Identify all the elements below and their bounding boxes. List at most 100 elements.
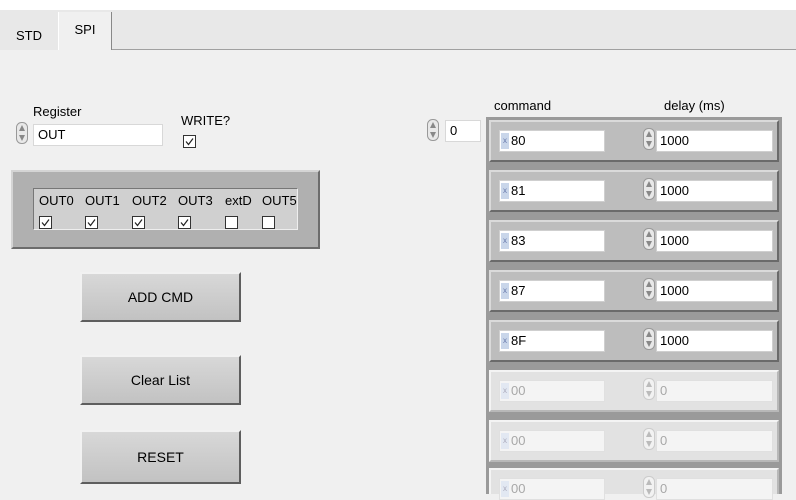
stepper-arrows-icon xyxy=(643,228,655,250)
out2-label: OUT2 xyxy=(132,193,167,208)
out3-label: OUT3 xyxy=(178,193,213,208)
delay-field[interactable]: 1000 xyxy=(656,330,773,352)
command-value: 81 xyxy=(511,183,526,198)
out5-checkbox[interactable] xyxy=(262,216,275,229)
command-row: x 81 1000 xyxy=(489,170,779,212)
out0-label: OUT0 xyxy=(39,193,74,208)
delay-value: 1000 xyxy=(660,183,689,198)
array-index-field[interactable]: 0 xyxy=(445,120,481,142)
command-value: 80 xyxy=(511,133,526,148)
tab-spi-label: SPI xyxy=(74,22,96,37)
delay-value: 1000 xyxy=(660,233,689,248)
delay-field[interactable]: 0 xyxy=(656,380,773,402)
radix-indicator[interactable]: x xyxy=(501,481,509,497)
out5-label: OUT5 xyxy=(262,193,297,208)
delay-value: 1000 xyxy=(660,333,689,348)
tab-std[interactable]: STD xyxy=(8,24,50,46)
delay-stepper[interactable] xyxy=(643,178,655,200)
delay-field[interactable]: 0 xyxy=(656,478,773,500)
extd-label: extD xyxy=(225,193,252,208)
command-field[interactable]: x 80 xyxy=(499,130,605,152)
command-row: x 83 1000 xyxy=(489,220,779,262)
delay-value: 0 xyxy=(660,383,668,398)
clear-list-button[interactable]: Clear List xyxy=(80,355,241,405)
out1-checkbox[interactable] xyxy=(85,216,98,229)
delay-value: 0 xyxy=(660,481,668,496)
stepper-arrows-icon xyxy=(643,428,655,450)
array-index-stepper[interactable] xyxy=(427,119,439,141)
stepper-arrows-icon xyxy=(16,122,28,144)
delay-stepper[interactable] xyxy=(643,278,655,300)
command-field[interactable]: x 00 xyxy=(499,380,605,402)
tab-divider xyxy=(110,49,796,50)
radix-indicator[interactable]: x xyxy=(501,333,509,349)
stepper-arrows-icon xyxy=(643,278,655,300)
tab-std-label: STD xyxy=(16,28,42,43)
delay-stepper[interactable] xyxy=(643,428,655,450)
register-label: Register xyxy=(33,104,82,119)
delay-column-header: delay (ms) xyxy=(664,98,725,113)
delay-stepper[interactable] xyxy=(643,476,655,498)
command-field[interactable]: x 00 xyxy=(499,478,605,500)
radix-indicator[interactable]: x xyxy=(501,233,509,249)
out1-label: OUT1 xyxy=(85,193,120,208)
stepper-arrows-icon xyxy=(643,378,655,400)
stepper-arrows-icon xyxy=(643,328,655,350)
out0-checkbox[interactable] xyxy=(39,216,52,229)
tab-spi[interactable]: SPI xyxy=(58,12,112,50)
checkmark-icon xyxy=(185,138,194,146)
command-value: 00 xyxy=(511,433,526,448)
reset-button[interactable]: RESET xyxy=(80,430,241,484)
write-checkbox[interactable] xyxy=(183,135,196,148)
write-label: WRITE? xyxy=(181,113,231,128)
delay-stepper[interactable] xyxy=(643,128,655,150)
stepper-arrows-icon xyxy=(643,128,655,150)
tab-bar xyxy=(0,10,796,50)
command-value: 00 xyxy=(511,383,526,398)
delay-field[interactable]: 1000 xyxy=(656,130,773,152)
radix-indicator[interactable]: x xyxy=(501,283,509,299)
command-field[interactable]: x 8F xyxy=(499,330,605,352)
command-value: 8F xyxy=(511,333,527,348)
command-value: 83 xyxy=(511,233,526,248)
radix-indicator[interactable]: x xyxy=(501,383,509,399)
title-strip xyxy=(0,0,796,10)
radix-indicator[interactable]: x xyxy=(501,433,509,449)
command-row-disabled: x 00 0 xyxy=(489,420,779,462)
checkmark-icon xyxy=(180,219,189,227)
output-cluster xyxy=(11,170,320,249)
command-field[interactable]: x 81 xyxy=(499,180,605,202)
out3-checkbox[interactable] xyxy=(178,216,191,229)
delay-value: 0 xyxy=(660,433,668,448)
command-row: x 80 1000 xyxy=(489,120,779,162)
delay-field[interactable]: 1000 xyxy=(656,230,773,252)
checkmark-icon xyxy=(87,219,96,227)
out2-checkbox[interactable] xyxy=(132,216,145,229)
command-field[interactable]: x 00 xyxy=(499,430,605,452)
delay-field[interactable]: 0 xyxy=(656,430,773,452)
command-row-disabled: x 00 0 xyxy=(489,370,779,412)
delay-value: 1000 xyxy=(660,133,689,148)
command-field[interactable]: x 87 xyxy=(499,280,605,302)
command-field[interactable]: x 83 xyxy=(499,230,605,252)
delay-value: 1000 xyxy=(660,283,689,298)
delay-stepper[interactable] xyxy=(643,228,655,250)
add-cmd-button[interactable]: ADD CMD xyxy=(80,272,241,322)
stepper-arrows-icon xyxy=(643,476,655,498)
command-row: x 8F 1000 xyxy=(489,320,779,362)
command-row-disabled: x 00 0 xyxy=(489,468,779,500)
radix-indicator[interactable]: x xyxy=(501,183,509,199)
command-value: 00 xyxy=(511,481,526,496)
checkmark-icon xyxy=(41,219,50,227)
register-stepper[interactable] xyxy=(16,122,28,144)
delay-field[interactable]: 1000 xyxy=(656,180,773,202)
extd-checkbox[interactable] xyxy=(225,216,238,229)
register-field[interactable]: OUT xyxy=(33,124,163,146)
delay-stepper[interactable] xyxy=(643,328,655,350)
delay-field[interactable]: 1000 xyxy=(656,280,773,302)
stepper-arrows-icon xyxy=(427,119,439,141)
command-row: x 87 1000 xyxy=(489,270,779,312)
delay-stepper[interactable] xyxy=(643,378,655,400)
radix-indicator[interactable]: x xyxy=(501,133,509,149)
command-column-header: command xyxy=(494,98,552,113)
